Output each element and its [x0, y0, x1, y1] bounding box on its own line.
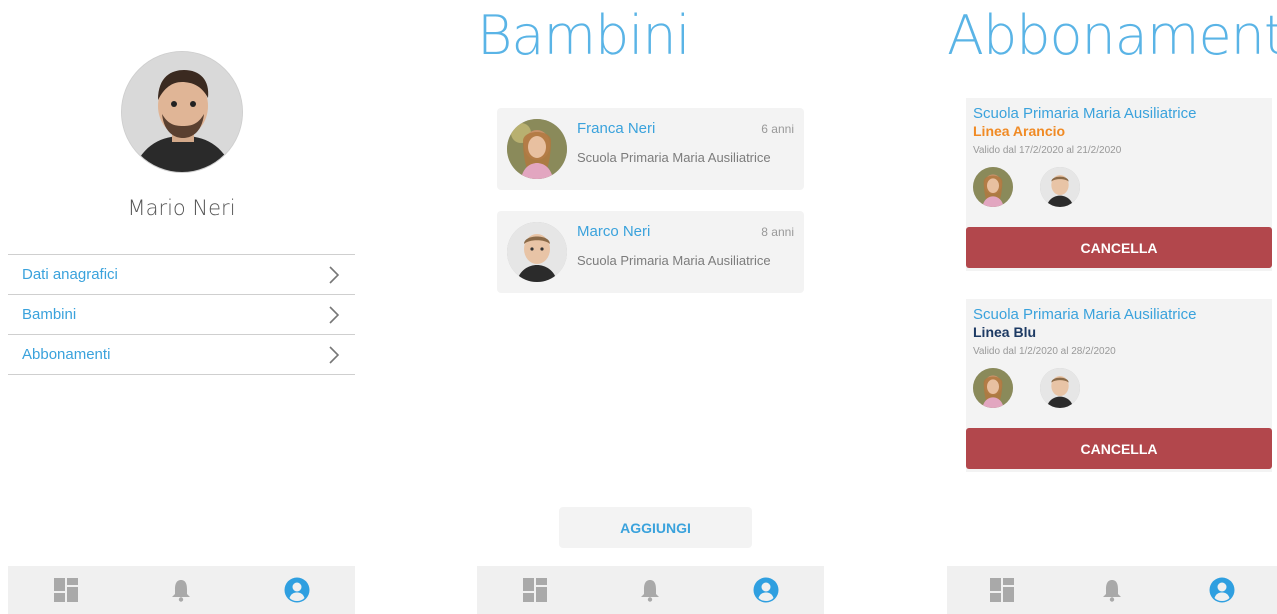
subscription-line: Linea Arancio	[973, 123, 1066, 139]
kid-name: Franca Neri	[577, 120, 656, 137]
chevron-right-icon	[329, 265, 340, 284]
tab-dashboard[interactable]	[46, 570, 86, 610]
tab-bar	[8, 566, 355, 614]
cancel-subscription-button[interactable]: CANCELLA	[966, 428, 1272, 469]
chevron-right-icon	[329, 345, 340, 364]
profile-screen: Mario Neri Dati anagrafici Bambini Abbon…	[8, 0, 355, 614]
tab-bar	[947, 566, 1277, 614]
tab-dashboard[interactable]	[982, 570, 1022, 610]
kid-avatar	[973, 368, 1013, 408]
kid-age: 6 anni	[761, 122, 794, 136]
tab-bar	[477, 566, 824, 614]
tab-profile[interactable]	[277, 570, 317, 610]
tab-notifications[interactable]	[1092, 570, 1132, 610]
kid-photo	[507, 222, 567, 282]
kid-card[interactable]: Marco Neri 8 anni Scuola Primaria Maria …	[497, 211, 804, 293]
tab-notifications[interactable]	[630, 570, 670, 610]
subscription-school: Scuola Primaria Maria Ausiliatrice	[973, 306, 1197, 323]
bell-icon	[1103, 580, 1121, 602]
dashboard-icon	[522, 578, 547, 602]
user-circle-icon	[1209, 577, 1235, 603]
user-avatar	[121, 51, 243, 173]
menu-item-label: Abbonamenti	[22, 346, 111, 363]
subscription-card: Scuola Primaria Maria Ausiliatrice Linea…	[966, 98, 1272, 271]
subscriptions-screen: Abbonamenti Scuola Primaria Maria Ausili…	[947, 0, 1277, 614]
subscription-card: Scuola Primaria Maria Ausiliatrice Linea…	[966, 299, 1272, 472]
menu-item-label: Dati anagrafici	[22, 266, 118, 283]
menu-item-bambini[interactable]: Bambini	[8, 295, 355, 335]
subscription-school: Scuola Primaria Maria Ausiliatrice	[973, 105, 1197, 122]
tab-profile[interactable]	[746, 570, 786, 610]
kids-screen: Bambini Franca Neri 6 anni Scuola Primar…	[477, 0, 824, 614]
page-title: Bambini	[477, 4, 691, 67]
tab-dashboard[interactable]	[515, 570, 555, 610]
user-name: Mario Neri	[127, 196, 236, 220]
dashboard-icon	[53, 578, 78, 602]
kid-avatar	[973, 167, 1013, 207]
menu-item-label: Bambini	[22, 306, 77, 323]
menu-item-dati-anagrafici[interactable]: Dati anagrafici	[8, 255, 355, 295]
user-circle-icon	[284, 577, 310, 603]
subscription-validity: Valido dal 1/2/2020 al 28/2/2020	[973, 346, 1116, 357]
tab-profile[interactable]	[1202, 570, 1242, 610]
profile-menu: Dati anagrafici Bambini Abbonamenti	[8, 254, 355, 375]
dashboard-icon	[990, 578, 1014, 602]
subscription-validity: Valido dal 17/2/2020 al 21/2/2020	[973, 145, 1122, 156]
add-kid-button[interactable]: AGGIUNGI	[559, 507, 752, 548]
kid-photo	[507, 119, 567, 179]
kid-name: Marco Neri	[577, 223, 651, 240]
kid-school: Scuola Primaria Maria Ausiliatrice	[577, 253, 771, 268]
kid-card[interactable]: Franca Neri 6 anni Scuola Primaria Maria…	[497, 108, 804, 190]
bell-icon	[172, 580, 191, 602]
tab-notifications[interactable]	[161, 570, 201, 610]
page-title: Abbonamenti	[947, 4, 1277, 67]
kid-avatar	[1040, 167, 1080, 207]
bell-icon	[641, 580, 660, 602]
kid-school: Scuola Primaria Maria Ausiliatrice	[577, 150, 771, 165]
menu-item-abbonamenti[interactable]: Abbonamenti	[8, 335, 355, 375]
subscription-line: Linea Blu	[973, 324, 1037, 340]
user-circle-icon	[753, 577, 779, 603]
kid-age: 8 anni	[761, 225, 794, 239]
chevron-right-icon	[329, 305, 340, 324]
kid-avatar	[1040, 368, 1080, 408]
cancel-subscription-button[interactable]: CANCELLA	[966, 227, 1272, 268]
